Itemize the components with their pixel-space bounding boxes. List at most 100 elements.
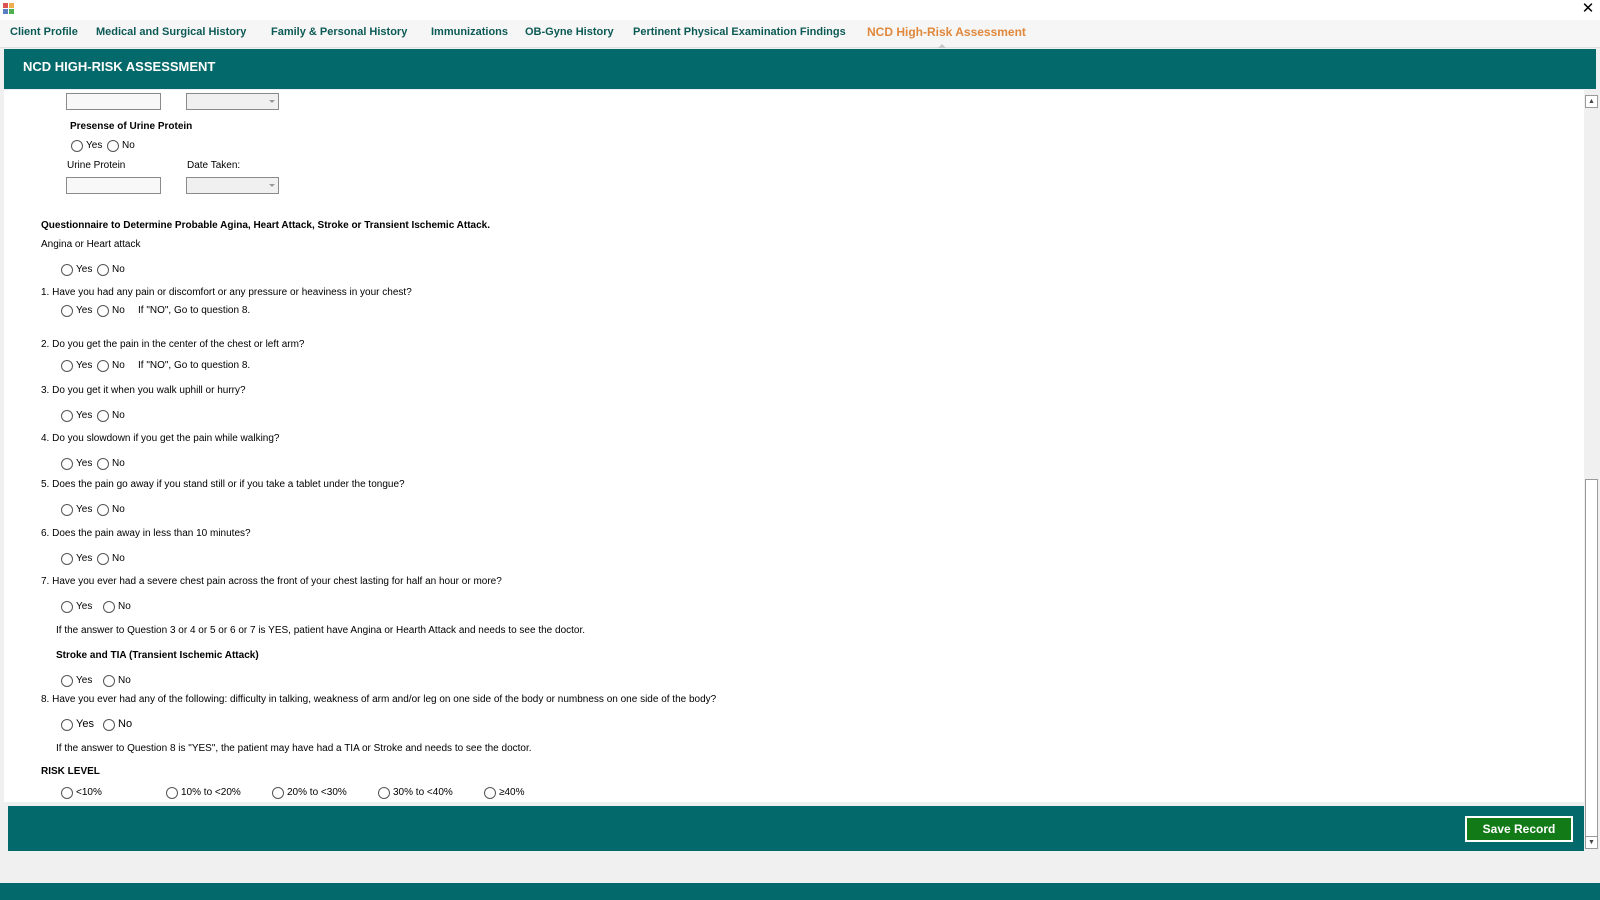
angina-no-radio[interactable] <box>97 264 109 276</box>
stroke-result-note: If the answer to Question 8 is "YES", th… <box>56 743 532 754</box>
urine-protein-yes-radio[interactable] <box>71 140 83 152</box>
radio-label: No <box>118 675 131 686</box>
app-icon <box>3 3 14 14</box>
q6-no-radio[interactable] <box>97 553 109 565</box>
scroll-up-icon[interactable]: ▲ <box>1585 95 1598 108</box>
radio-label: No <box>112 305 125 316</box>
question-1: 1. Have you had any pain or discomfort o… <box>41 287 412 298</box>
radio-label: Yes <box>76 553 93 564</box>
q8-yes-radio[interactable] <box>61 719 73 731</box>
q2-yes-radio[interactable] <box>61 360 73 372</box>
risk-option-label: ≥40% <box>499 787 525 798</box>
radio-label: No <box>112 504 125 515</box>
previous-date-dropdown[interactable] <box>186 93 279 110</box>
radio-label: Yes <box>76 410 93 421</box>
tab-ob-gyne-history[interactable]: OB-Gyne History <box>525 20 614 47</box>
question-5: 5. Does the pain go away if you stand st… <box>41 479 405 490</box>
q7-no-radio[interactable] <box>103 601 115 613</box>
risk-level-heading: RISK LEVEL <box>41 766 100 777</box>
risk-10-20-radio[interactable] <box>166 787 178 799</box>
q8-no-radio[interactable] <box>103 719 115 731</box>
risk-20-30-radio[interactable] <box>272 787 284 799</box>
radio-label: Yes <box>76 264 93 275</box>
save-record-button[interactable]: Save Record <box>1465 816 1573 842</box>
q2-no-radio[interactable] <box>97 360 109 372</box>
active-tab-indicator <box>938 44 946 48</box>
footer-bar <box>8 806 1584 851</box>
radio-label: No <box>112 458 125 469</box>
radio-label: No <box>112 360 125 371</box>
risk-option-label: <10% <box>76 787 102 798</box>
angina-result-note: If the answer to Question 3 or 4 or 5 or… <box>56 625 586 636</box>
q4-yes-radio[interactable] <box>61 458 73 470</box>
tab-medical-surgical-history[interactable]: Medical and Surgical History <box>96 20 246 47</box>
tab-family-personal-history[interactable]: Family & Personal History <box>271 20 407 47</box>
radio-label: No <box>112 264 125 275</box>
radio-label: Yes <box>76 675 93 686</box>
question-8: 8. Have you ever had any of the followin… <box>41 694 717 705</box>
q6-yes-radio[interactable] <box>61 553 73 565</box>
vertical-scrollbar[interactable]: ▲ ▼ <box>1584 94 1598 850</box>
scroll-down-icon[interactable]: ▼ <box>1585 836 1598 849</box>
radio-label: Yes <box>86 140 103 151</box>
risk-option-label: 20% to <30% <box>287 787 347 798</box>
radio-label: Yes <box>76 718 94 730</box>
q4-no-radio[interactable] <box>97 458 109 470</box>
scroll-thumb[interactable] <box>1585 479 1598 841</box>
question-2: 2. Do you get the pain in the center of … <box>41 339 305 350</box>
risk-option-label: 30% to <40% <box>393 787 453 798</box>
tab-strip: Client Profile Medical and Surgical Hist… <box>0 20 1600 48</box>
question-3: 3. Do you get it when you walk uphill or… <box>41 385 246 396</box>
radio-label: No <box>118 601 131 612</box>
radio-label: No <box>112 553 125 564</box>
chevron-down-icon <box>269 100 275 103</box>
urine-protein-no-radio[interactable] <box>107 140 119 152</box>
previous-value-field[interactable] <box>66 93 161 110</box>
radio-label: Yes <box>76 601 93 612</box>
radio-label: Yes <box>76 305 93 316</box>
radio-label: Yes <box>76 504 93 515</box>
q1-no-radio[interactable] <box>97 305 109 317</box>
title-bar <box>0 0 1600 20</box>
tab-ncd-high-risk-assessment[interactable]: NCD High-Risk Assessment <box>867 20 1026 47</box>
radio-label: No <box>122 140 135 151</box>
q1-yes-radio[interactable] <box>61 305 73 317</box>
urine-protein-heading: Presense of Urine Protein <box>70 121 193 132</box>
q2-note: If "NO", Go to question 8. <box>138 360 251 371</box>
date-taken-dropdown[interactable] <box>186 177 279 194</box>
radio-label: Yes <box>76 360 93 371</box>
stroke-no-radio[interactable] <box>103 675 115 687</box>
angina-label: Angina or Heart attack <box>41 239 141 250</box>
stroke-heading: Stroke and TIA (Transient Ischemic Attac… <box>56 650 259 661</box>
risk-under-10-radio[interactable] <box>61 787 73 799</box>
status-bar <box>0 883 1600 900</box>
q1-note: If "NO", Go to question 8. <box>138 305 251 316</box>
chevron-down-icon <box>269 184 275 187</box>
tab-immunizations[interactable]: Immunizations <box>431 20 508 47</box>
question-6: 6. Does the pain away in less than 10 mi… <box>41 528 251 539</box>
section-header <box>4 49 1596 89</box>
tab-client-profile[interactable]: Client Profile <box>10 20 78 47</box>
q3-yes-radio[interactable] <box>61 410 73 422</box>
questionnaire-heading: Questionnaire to Determine Probable Agin… <box>41 220 491 231</box>
date-taken-label: Date Taken: <box>187 160 241 171</box>
radio-label: No <box>112 410 125 421</box>
q5-no-radio[interactable] <box>97 504 109 516</box>
close-icon[interactable]: ✕ <box>1578 0 1598 20</box>
section-title: NCD HIGH-RISK ASSESSMENT <box>23 59 216 74</box>
risk-option-label: 10% to <20% <box>181 787 241 798</box>
tab-physical-examination[interactable]: Pertinent Physical Examination Findings <box>633 20 846 47</box>
question-7: 7. Have you ever had a severe chest pain… <box>41 576 502 587</box>
angina-yes-radio[interactable] <box>61 264 73 276</box>
urine-protein-label: Urine Protein <box>67 160 126 171</box>
q3-no-radio[interactable] <box>97 410 109 422</box>
risk-40-plus-radio[interactable] <box>484 787 496 799</box>
stroke-yes-radio[interactable] <box>61 675 73 687</box>
q5-yes-radio[interactable] <box>61 504 73 516</box>
q7-yes-radio[interactable] <box>61 601 73 613</box>
urine-protein-field[interactable] <box>66 177 161 194</box>
radio-label: No <box>118 718 133 730</box>
question-4: 4. Do you slowdown if you get the pain w… <box>41 433 280 444</box>
radio-label: Yes <box>76 458 93 469</box>
risk-30-40-radio[interactable] <box>378 787 390 799</box>
